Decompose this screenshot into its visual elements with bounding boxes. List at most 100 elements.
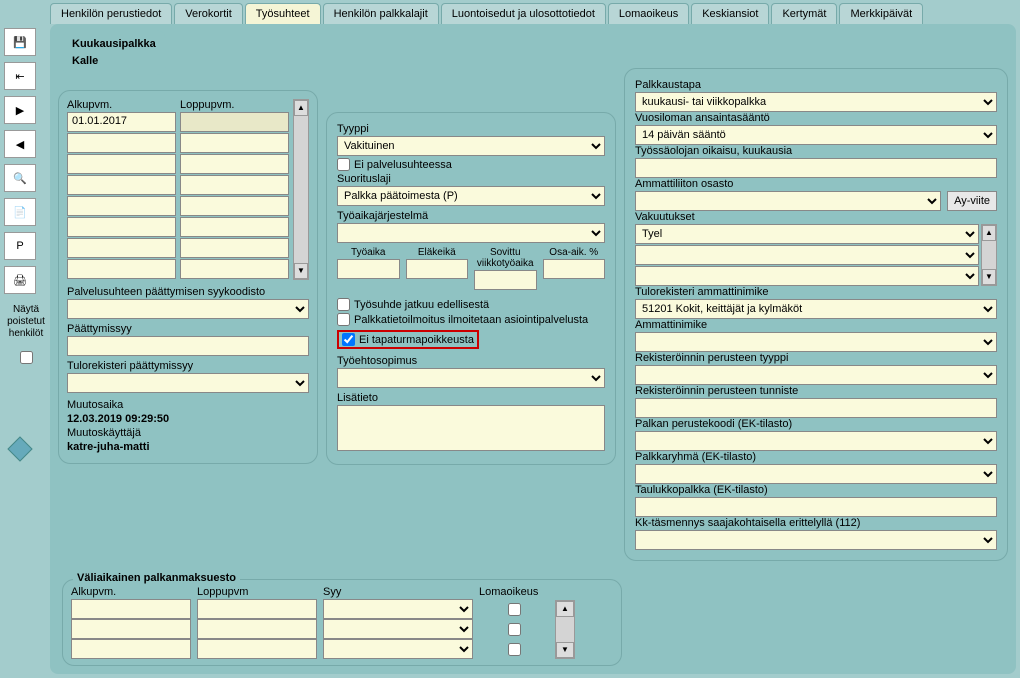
search-button[interactable]: 🔍: [4, 164, 36, 192]
tyoaika-input[interactable]: [337, 259, 400, 279]
loppupvm-row-5[interactable]: [180, 217, 289, 237]
jatkuu-check[interactable]: [337, 298, 350, 311]
vuosiloma-select[interactable]: 14 päivän sääntö: [635, 125, 997, 145]
temp-loppupvm-1[interactable]: [197, 619, 317, 639]
exit-button[interactable]: ⇤: [4, 62, 36, 90]
alkupvm-row-7[interactable]: [67, 259, 176, 279]
vakuutus-select-1[interactable]: [635, 245, 979, 265]
tyoaikajarj-select[interactable]: [337, 223, 605, 243]
osaaik-input[interactable]: [543, 259, 606, 279]
salary-type-label: Kuukausipalkka: [72, 36, 156, 53]
vakuutus-select-0[interactable]: Tyel: [635, 224, 979, 244]
scroll-up-icon[interactable]: ▲: [294, 100, 308, 116]
ay-viite-button[interactable]: Ay-viite: [947, 191, 997, 211]
ei-palvelusuhteessa-check[interactable]: [337, 158, 350, 171]
temp-syy-0[interactable]: [323, 599, 473, 619]
new-button[interactable]: 📄: [4, 198, 36, 226]
temp-syy-2[interactable]: [323, 639, 473, 659]
temp-alkupvm-2[interactable]: [71, 639, 191, 659]
temp-scrollbar[interactable]: ▲ ▼: [555, 600, 575, 659]
temp-lomaoikeus-0[interactable]: [508, 603, 521, 616]
ammattiliitto-select[interactable]: [635, 191, 941, 211]
loppupvm-row-7[interactable]: [180, 259, 289, 279]
temp-loppupvm-2[interactable]: [197, 639, 317, 659]
next-button[interactable]: ▶: [4, 96, 36, 124]
sovittu-input[interactable]: [474, 270, 537, 290]
new-doc-icon: 📄: [13, 206, 27, 219]
scroll-down-icon[interactable]: ▼: [294, 263, 308, 279]
temp-loppupvm-0[interactable]: [197, 599, 317, 619]
muutoskayttaja-label: Muutoskäyttäjä: [67, 427, 309, 439]
scroll-up-icon[interactable]: ▲: [982, 225, 996, 241]
alkupvm-row-2[interactable]: [67, 154, 176, 174]
loppupvm-row-3[interactable]: [180, 175, 289, 195]
tyossaolo-input[interactable]: [635, 158, 997, 178]
palkkaustapa-select[interactable]: kuukausi- tai viikkopalkka: [635, 92, 997, 112]
alkupvm-row-6[interactable]: [67, 238, 176, 258]
lisatieto-textarea[interactable]: [337, 405, 605, 451]
temp-alkupvm-1[interactable]: [71, 619, 191, 639]
tab-luontoisedut[interactable]: Luontoisedut ja ulosottotiedot: [441, 3, 606, 24]
suorituslaji-label: Suorituslaji: [337, 173, 605, 185]
tyoehto-select[interactable]: [337, 368, 605, 388]
tulorek-paatty-label: Tulorekisteri päättymissyy: [67, 360, 309, 372]
scroll-up-icon[interactable]: ▲: [556, 601, 574, 617]
elakeika-label: Eläkeikä: [406, 247, 469, 258]
show-deleted-checkbox[interactable]: [20, 351, 33, 364]
header-box: Kuukausipalkka Kalle: [62, 30, 166, 75]
alkupvm-row-0[interactable]: 01.01.2017: [67, 112, 176, 132]
suorituslaji-select[interactable]: Palkka päätoimesta (P): [337, 186, 605, 206]
tulorek-ammatti-select[interactable]: 51201 Kokit, keittäjät ja kylmäköt: [635, 299, 997, 319]
loppupvm-row-6[interactable]: [180, 238, 289, 258]
tab-merkkipaivat[interactable]: Merkkipäivät: [839, 3, 923, 24]
loppupvm-row-1[interactable]: [180, 133, 289, 153]
tab-kertymat[interactable]: Kertymät: [771, 3, 837, 24]
temp-alkupvm-0[interactable]: [71, 599, 191, 619]
vakuutus-scrollbar[interactable]: ▲ ▼: [981, 224, 997, 286]
date-scrollbar[interactable]: ▲ ▼: [293, 99, 309, 280]
rek-peruste-tunniste-input[interactable]: [635, 398, 997, 418]
palkan-peruste-select[interactable]: [635, 431, 997, 451]
rek-peruste-tunniste-label: Rekisteröinnin perusteen tunniste: [635, 385, 997, 397]
vakuutus-select-2[interactable]: [635, 266, 979, 286]
temp-syy-1[interactable]: [323, 619, 473, 639]
tab-perustiedot[interactable]: Henkilön perustiedot: [50, 3, 172, 24]
palkkaryhma-select[interactable]: [635, 464, 997, 484]
palkkatieto-check[interactable]: [337, 313, 350, 326]
elakeika-input[interactable]: [406, 259, 469, 279]
loppupvm-row-2[interactable]: [180, 154, 289, 174]
ei-tapaturma-check[interactable]: [342, 333, 355, 346]
loppupvm-row-4[interactable]: [180, 196, 289, 216]
temp-lomaoikeus-1[interactable]: [508, 623, 521, 636]
tab-tyosuhteet[interactable]: Työsuhteet: [245, 3, 321, 24]
alkupvm-row-1[interactable]: [67, 133, 176, 153]
tulorek-paatty-select[interactable]: [67, 373, 309, 393]
ammattinimike-select[interactable]: [635, 332, 997, 352]
jatkuu-label: Työsuhde jatkuu edellisestä: [354, 299, 489, 311]
tab-palkkalajit[interactable]: Henkilön palkkalajit: [323, 3, 439, 24]
lisatieto-label: Lisätieto: [337, 392, 605, 404]
paattymissyy-input[interactable]: [67, 336, 309, 356]
temp-loppupvm-label: Loppupvm: [197, 586, 317, 598]
scroll-down-icon[interactable]: ▼: [982, 269, 996, 285]
rek-peruste-tyyppi-select[interactable]: [635, 365, 997, 385]
p-button[interactable]: P: [4, 232, 36, 260]
temp-lomaoikeus-2[interactable]: [508, 643, 521, 656]
kktasmennys-select[interactable]: [635, 530, 997, 550]
loppupvm-row-0[interactable]: [180, 112, 289, 132]
tyyppi-select[interactable]: Vakituinen: [337, 136, 605, 156]
end-reason-select[interactable]: [67, 299, 309, 319]
prev-button[interactable]: ◀: [4, 130, 36, 158]
print-button[interactable]: 🖨: [4, 266, 36, 294]
alkupvm-row-4[interactable]: [67, 196, 176, 216]
alkupvm-row-5[interactable]: [67, 217, 176, 237]
ammattinimike-label: Ammattinimike: [635, 319, 997, 331]
kktasmennys-label: Kk-täsmennys saajakohtaisella erittelyll…: [635, 517, 997, 529]
taulukkopalkka-input[interactable]: [635, 497, 997, 517]
alkupvm-row-3[interactable]: [67, 175, 176, 195]
scroll-down-icon[interactable]: ▼: [556, 642, 574, 658]
save-button[interactable]: 💾: [4, 28, 36, 56]
tab-verokortit[interactable]: Verokortit: [174, 3, 242, 24]
tab-lomaoikeus[interactable]: Lomaoikeus: [608, 3, 689, 24]
tab-keskiansiot[interactable]: Keskiansiot: [691, 3, 769, 24]
